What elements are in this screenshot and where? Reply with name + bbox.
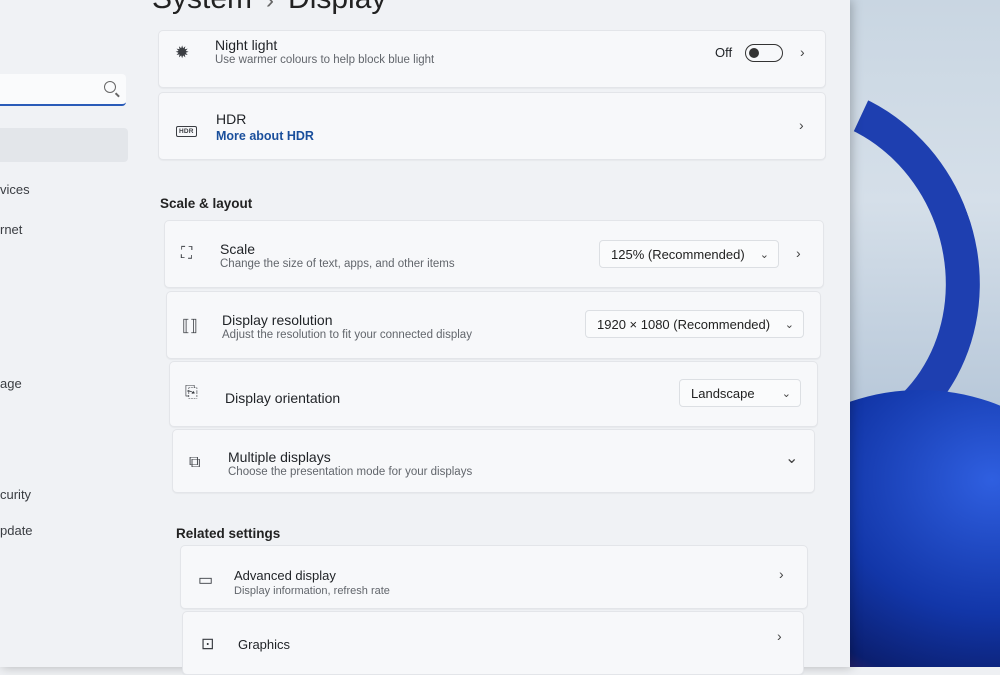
brightness-sun-icon: ✹: [175, 43, 190, 62]
resolution-value: 1920 × 1080 (Recommended): [597, 317, 771, 332]
breadcrumb-separator: ›: [266, 0, 275, 14]
monitor-icon: ▭: [198, 572, 214, 589]
scale-value: 125% (Recommended): [611, 247, 745, 262]
resolution-icon: ⟦⟧: [182, 318, 198, 335]
settings-window: vices rnet age curity pdate System › Displ…: [0, 0, 850, 675]
search-box[interactable]: [0, 74, 126, 106]
hdr-icon: HDR: [176, 120, 197, 138]
chevron-right-icon[interactable]: ›: [800, 44, 805, 60]
orientation-dropdown[interactable]: Landscape ⌄: [679, 379, 801, 407]
scale-subtitle: Change the size of text, apps, and other…: [220, 258, 455, 270]
graphics-card[interactable]: ⊡ Graphics ›: [182, 611, 804, 675]
night-light-title: Night light: [215, 37, 278, 53]
chevron-down-icon: ⌄: [759, 249, 769, 261]
sidebar-item-windows-update[interactable]: pdate: [0, 523, 33, 538]
breadcrumb: System › Display: [152, 0, 386, 16]
hdr-card[interactable]: HDR HDR More about HDR ›: [158, 92, 826, 160]
orientation-value: Landscape: [691, 386, 755, 401]
night-light-card[interactable]: ✹ Night light Use warmer colours to help…: [158, 30, 826, 88]
sidebar-item-language[interactable]: age: [0, 376, 22, 391]
sidebar-item-devices[interactable]: vices: [0, 182, 30, 197]
more-about-hdr-link[interactable]: More about HDR: [216, 129, 314, 143]
scale-dropdown[interactable]: 125% (Recommended) ⌄: [599, 240, 779, 268]
graphics-title: Graphics: [238, 637, 291, 652]
resolution-subtitle: Adjust the resolution to fit your connec…: [222, 329, 472, 341]
breadcrumb-parent[interactable]: System: [152, 0, 252, 15]
related-settings-heading: Related settings: [176, 526, 281, 541]
graphics-card-icon: ⊡: [201, 636, 215, 653]
hdr-title: HDR: [216, 111, 247, 127]
sidebar-item-selected[interactable]: [0, 128, 128, 162]
advanced-display-title: Advanced display: [234, 568, 336, 583]
scale-layout-heading: Scale & layout: [160, 196, 253, 211]
night-light-toggle[interactable]: [745, 44, 783, 62]
orientation-icon: ⎘: [185, 384, 198, 401]
search-icon[interactable]: [104, 81, 116, 93]
night-light-state-label: Off: [715, 45, 733, 60]
resolution-title: Display resolution: [222, 312, 333, 328]
sidebar-item-privacy-security[interactable]: curity: [0, 487, 31, 502]
display-resolution-card[interactable]: ⟦⟧ Display resolution Adjust the resolut…: [166, 291, 821, 359]
scale-card[interactable]: ⛶ Scale Change the size of text, apps, a…: [164, 220, 824, 288]
page-title: Display: [288, 0, 386, 15]
chevron-right-icon[interactable]: ›: [777, 628, 782, 644]
multiple-displays-card[interactable]: ⧉ Multiple displays Choose the presentat…: [172, 429, 815, 493]
advanced-display-subtitle: Display information, refresh rate: [234, 585, 390, 597]
multiple-displays-icon: ⧉: [189, 454, 201, 471]
sidebar-item-network[interactable]: rnet: [0, 222, 22, 237]
chevron-right-icon[interactable]: ›: [799, 117, 804, 133]
scale-title: Scale: [220, 241, 256, 257]
advanced-display-card[interactable]: ▭ Advanced display Display information, …: [180, 545, 808, 609]
chevron-down-icon: ⌄: [784, 319, 794, 331]
display-orientation-card[interactable]: ⎘ Display orientation Landscape ⌄: [169, 361, 818, 427]
sidebar: vices rnet age curity pdate: [0, 0, 140, 667]
chevron-down-icon[interactable]: ⌄: [785, 448, 798, 468]
scale-icon: ⛶: [181, 245, 193, 262]
toggle-knob: [749, 47, 759, 58]
search-input[interactable]: [0, 74, 94, 104]
multiple-displays-title: Multiple displays: [228, 449, 331, 465]
multiple-displays-subtitle: Choose the presentation mode for your di…: [228, 466, 473, 478]
orientation-title: Display orientation: [225, 390, 341, 406]
night-light-subtitle: Use warmer colours to help block blue li…: [215, 54, 435, 66]
chevron-right-icon[interactable]: ›: [796, 245, 801, 261]
chevron-down-icon: ⌄: [781, 388, 791, 400]
chevron-right-icon[interactable]: ›: [779, 566, 784, 582]
resolution-dropdown[interactable]: 1920 × 1080 (Recommended) ⌄: [585, 310, 804, 338]
